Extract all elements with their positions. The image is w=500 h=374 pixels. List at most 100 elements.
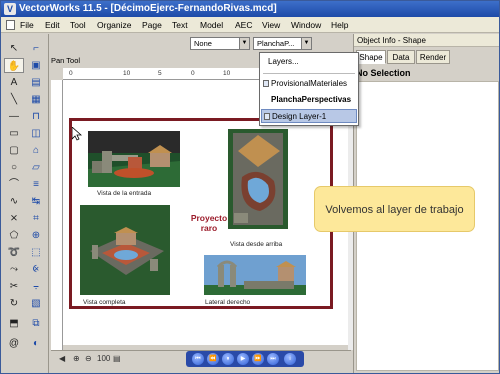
application-window: V VectorWorks 11.5 - [DécimoEjerc-Fernan… xyxy=(0,0,500,374)
menu-organize[interactable]: Organize xyxy=(97,19,132,31)
freehand-tool-icon[interactable]: ∿ xyxy=(4,194,24,209)
3d-tool-icon[interactable]: ⧉ xyxy=(26,316,46,331)
menu-tool[interactable]: Tool xyxy=(70,19,86,31)
render-right-side xyxy=(204,255,306,295)
class-combo[interactable]: None ▼ xyxy=(190,37,250,50)
spiral-tool-icon[interactable]: ➰ xyxy=(4,245,24,260)
menu-item-design-layer[interactable]: Design Layer-1 xyxy=(261,109,357,123)
title-bar: V VectorWorks 11.5 - [DécimoEjerc-Fernan… xyxy=(1,1,499,17)
status-bar: ◀ ⊕ ⊖ 100 ▤ ⏮ ⏪ ⏸ ▶ ⏩ ⏭ i xyxy=(51,350,351,367)
truss-tool-icon[interactable]: ⨴ xyxy=(26,262,46,277)
stair-tool-icon[interactable]: ≡ xyxy=(26,177,46,192)
fast-forward-icon[interactable]: ⏩ xyxy=(252,353,264,365)
flyover-tool-icon[interactable]: ▣ xyxy=(26,58,46,73)
vertical-ruler xyxy=(51,80,63,350)
space-tool-icon[interactable]: ⬚ xyxy=(26,245,46,260)
hardscape-tool-icon[interactable]: ▧ xyxy=(26,296,46,311)
selection-tool-icon[interactable]: ↖ xyxy=(4,41,24,56)
rotate-tool-icon[interactable]: ↻ xyxy=(4,296,24,311)
ruler-tick: 5 xyxy=(158,70,162,77)
menu-file[interactable]: File xyxy=(20,19,34,31)
tool-label: Pan Tool xyxy=(51,56,81,65)
page-icon[interactable]: ▤ xyxy=(113,353,121,365)
tab-shape[interactable]: Shape xyxy=(356,50,386,64)
last-icon[interactable]: ⏭ xyxy=(267,353,279,365)
menu-aec[interactable]: AEC xyxy=(235,19,252,31)
tab-data[interactable]: Data xyxy=(387,50,415,64)
menu-separator xyxy=(263,73,355,74)
caption-lateral-derecho: Lateral derecho xyxy=(205,299,251,306)
drawing-title: Proyecto raro xyxy=(190,213,228,233)
menu-model[interactable]: Model xyxy=(200,19,223,31)
menu-edit[interactable]: Edit xyxy=(45,19,60,31)
symbol-tool-icon[interactable]: ▤ xyxy=(26,75,46,90)
caption-vista-completa: Vista completa xyxy=(83,299,126,306)
layer-icon xyxy=(264,113,270,120)
circle-tool-icon[interactable]: ○ xyxy=(4,160,24,175)
polyline-tool-icon[interactable]: ⨯ xyxy=(4,211,24,226)
play-icon[interactable]: ▶ xyxy=(237,353,249,365)
extrude-tool-icon[interactable]: ⬒ xyxy=(4,316,24,331)
selection-status: No Selection xyxy=(356,68,411,78)
callout-tooltip: Volvemos al layer de trabajo xyxy=(314,186,475,232)
grid-tool-icon[interactable]: ⌗ xyxy=(26,211,46,226)
trim-tool-icon[interactable]: ✂ xyxy=(4,279,24,294)
zoom-minus-icon[interactable]: ⊖ xyxy=(85,353,92,365)
layer-combo[interactable]: PlanchaP... ▼ xyxy=(253,37,312,50)
door-tool-icon[interactable]: ⊓ xyxy=(26,109,46,124)
menu-bar: File Edit Tool Organize Page Text Model … xyxy=(1,17,499,33)
reshape-tool-icon[interactable]: ⌐ xyxy=(26,41,46,56)
render-tool-icon[interactable]: ◐ xyxy=(26,336,46,351)
pause-icon[interactable]: ⏸ xyxy=(222,353,234,365)
line-tool-icon[interactable]: ╲ xyxy=(4,92,24,107)
object-info-title: Object Info - Shape xyxy=(354,34,499,47)
menu-item-plancha[interactable]: PlanchaPerspectivas xyxy=(261,93,357,107)
mode-bar: None ▼ PlanchaP... ▼ xyxy=(49,34,351,52)
site-tool-icon[interactable]: ⨪ xyxy=(26,279,46,294)
chevron-down-icon[interactable]: ▼ xyxy=(301,38,311,49)
render-full-view xyxy=(80,205,170,295)
caption-vista-entrada: Vista de la entrada xyxy=(97,190,152,197)
menu-item-layers[interactable]: Layers... xyxy=(261,55,357,69)
dimension-tool-icon[interactable]: ↹ xyxy=(26,194,46,209)
slab-tool-icon[interactable]: ▱ xyxy=(26,160,46,175)
arc-tool-icon[interactable]: ⌒ xyxy=(4,177,24,192)
tutorial-navigation: ⏮ ⏪ ⏸ ▶ ⏩ ⏭ i xyxy=(186,351,304,367)
polygon-tool-icon[interactable]: ⬠ xyxy=(4,228,24,243)
document-icon[interactable] xyxy=(6,20,15,30)
tab-render[interactable]: Render xyxy=(416,50,450,64)
menu-view[interactable]: View xyxy=(262,19,280,31)
window-title: VectorWorks 11.5 - [DécimoEjerc-Fernando… xyxy=(19,3,277,14)
render-top-view xyxy=(228,129,288,229)
zoom-value[interactable]: 100 xyxy=(97,353,110,365)
class-combo-value: None xyxy=(194,39,212,48)
mouse-cursor-icon xyxy=(72,127,82,141)
menu-window[interactable]: Window xyxy=(291,19,321,31)
layer-dropdown-menu: Layers... ProvisionalMateriales PlanchaP… xyxy=(259,52,359,126)
bezier-tool-icon[interactable]: ⤳ xyxy=(4,262,24,277)
menu-page[interactable]: Page xyxy=(142,19,162,31)
ruler-tick: 10 xyxy=(223,70,231,77)
wall-tool-icon[interactable]: ▦ xyxy=(26,92,46,107)
column-tool-icon[interactable]: ⊕ xyxy=(26,228,46,243)
constrained-line-icon[interactable]: — xyxy=(4,109,24,124)
rectangle-tool-icon[interactable]: ▭ xyxy=(4,126,24,141)
info-icon[interactable]: i xyxy=(284,353,296,365)
menu-item-provisional[interactable]: ProvisionalMateriales xyxy=(261,77,357,91)
rewind-icon[interactable]: ⏪ xyxy=(207,353,219,365)
menu-item-label: Design Layer-1 xyxy=(272,112,327,121)
ruler-tick: 0 xyxy=(191,70,195,77)
window-tool-icon[interactable]: ◫ xyxy=(26,126,46,141)
at-symbol-icon[interactable]: @ xyxy=(4,336,24,351)
first-icon[interactable]: ⏮ xyxy=(192,353,204,365)
roof-tool-icon[interactable]: ⌂ xyxy=(26,143,46,158)
menu-help[interactable]: Help xyxy=(331,19,348,31)
menu-text[interactable]: Text xyxy=(172,19,188,31)
zoom-in-icon[interactable]: ⊕ xyxy=(73,353,80,365)
text-tool-icon[interactable]: A xyxy=(4,75,24,90)
layer-combo-value: PlanchaP... xyxy=(257,39,295,48)
pan-tool-icon[interactable]: ✋ xyxy=(4,58,24,73)
zoom-out-icon[interactable]: ◀ xyxy=(59,353,65,365)
rounded-rect-icon[interactable]: ▢ xyxy=(4,143,24,158)
chevron-down-icon[interactable]: ▼ xyxy=(239,38,249,49)
